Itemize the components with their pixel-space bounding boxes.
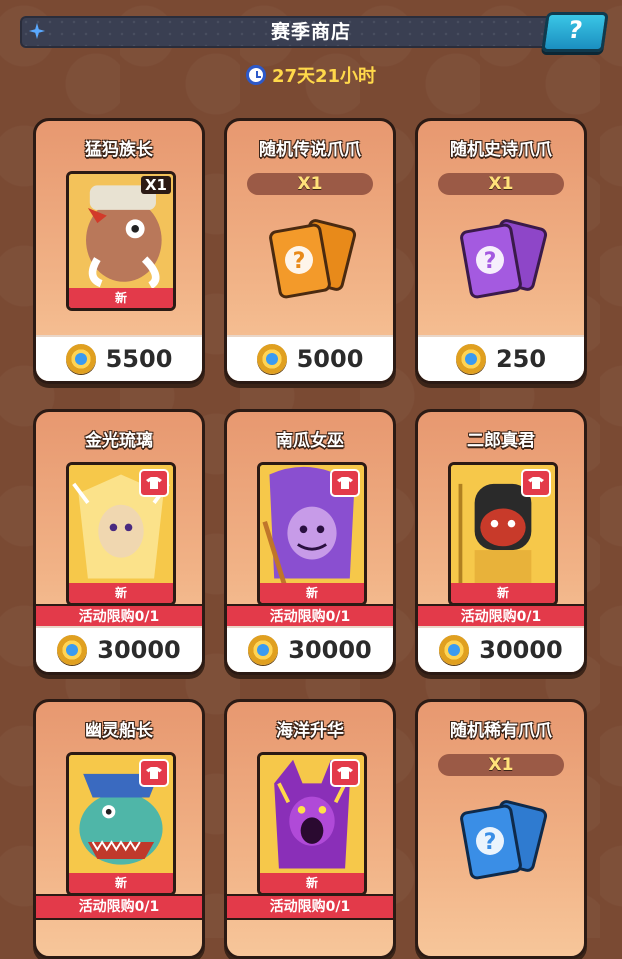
new-label: 新 [451,583,555,603]
paw-coin-icon [256,344,287,374]
item-title: 南瓜女巫 [276,431,344,451]
price-value: 30000 [479,636,563,664]
item-title: 猛犸族长 [85,140,153,160]
hero-portrait: 新 [448,462,558,606]
new-label: 新 [260,583,364,603]
new-label: 新 [69,288,173,308]
svg-text:?: ? [484,249,497,274]
shop-item-golden-glaze[interactable]: 金光琉璃 新 活动限购0/1 30000 [33,409,205,675]
price-value: 30000 [288,636,372,664]
skin-shirt-icon [139,469,169,497]
price-row: 30000 [227,626,393,672]
rare-card-pack-icon: ? [460,800,548,880]
shop-item-mammoth-chief[interactable]: 猛犸族长 X1 新 5500 [33,118,205,384]
quantity-bar: X1 [438,754,564,776]
item-title: 随机史诗爪爪 [450,140,552,160]
new-label: 新 [260,873,364,893]
price-value: 5500 [105,345,173,373]
price-row: 30000 [418,626,584,672]
shop-item-erlang-shen[interactable]: 二郎真君 新 活动限购0/1 30000 [415,409,587,675]
item-title: 随机稀有爪爪 [450,721,552,741]
paw-coin-icon [57,635,88,665]
hero-portrait: 新 [66,462,176,606]
new-label: 新 [69,583,173,603]
quantity-badge: X1 [140,176,171,194]
item-title: 幽灵船长 [85,721,153,741]
hero-portrait: 新 [257,462,367,606]
price-row: 250 [418,335,584,381]
help-button[interactable]: ? [541,12,609,52]
purchase-limit: 活动限购0/1 [36,894,202,920]
price-row: 5500 [36,335,202,381]
shop-item-random-epic[interactable]: 随机史诗爪爪 X1 ? 250 [415,118,587,384]
shop-header: 赛季商店 [20,16,602,48]
season-timer: 27天21小时 [0,62,622,88]
skin-shirt-icon [330,469,360,497]
paw-coin-icon [455,344,486,374]
purchase-limit: 活动限购0/1 [227,894,393,920]
price-value: 30000 [97,636,181,664]
shop-item-random-legendary[interactable]: 随机传说爪爪 X1 ? 5000 [224,118,396,384]
paw-coin-icon [248,635,279,665]
shop-item-ghost-captain[interactable]: 幽灵船长 新 活动限购0/1 [33,699,205,959]
item-title: 金光琉璃 [85,431,153,451]
quantity-bar: X1 [438,173,564,195]
item-title: 随机传说爪爪 [259,140,361,160]
price-value: 250 [495,345,547,373]
paw-coin-icon [65,344,96,374]
skin-shirt-icon [330,759,360,787]
paw-coin-icon [439,635,470,665]
item-title: 二郎真君 [467,431,535,451]
new-label: 新 [69,873,173,893]
shop-item-ocean-ascension[interactable]: 海洋升华 新 活动限购0/1 [224,699,396,959]
shop-item-pumpkin-witch[interactable]: 南瓜女巫 新 活动限购0/1 30000 [224,409,396,675]
quantity-bar: X1 [247,173,373,195]
svg-text:?: ? [293,249,306,274]
page-title: 赛季商店 [270,21,351,43]
price-row: 30000 [36,626,202,672]
skin-shirt-icon [521,469,551,497]
legendary-card-pack-icon: ? [269,219,357,299]
shop-item-random-rare[interactable]: 随机稀有爪爪 X1 ? [415,699,587,959]
hero-portrait: X1 新 [66,171,176,311]
hero-portrait: 新 [257,752,367,896]
epic-card-pack-icon: ? [460,219,548,299]
timer-text: 27天21小时 [271,66,377,87]
skin-shirt-icon [139,759,169,787]
price-value: 5000 [296,345,364,373]
svg-text:?: ? [484,830,497,855]
price-row: 5000 [227,335,393,381]
hero-portrait: 新 [66,752,176,896]
clock-icon [245,65,266,85]
item-title: 海洋升华 [276,721,344,741]
